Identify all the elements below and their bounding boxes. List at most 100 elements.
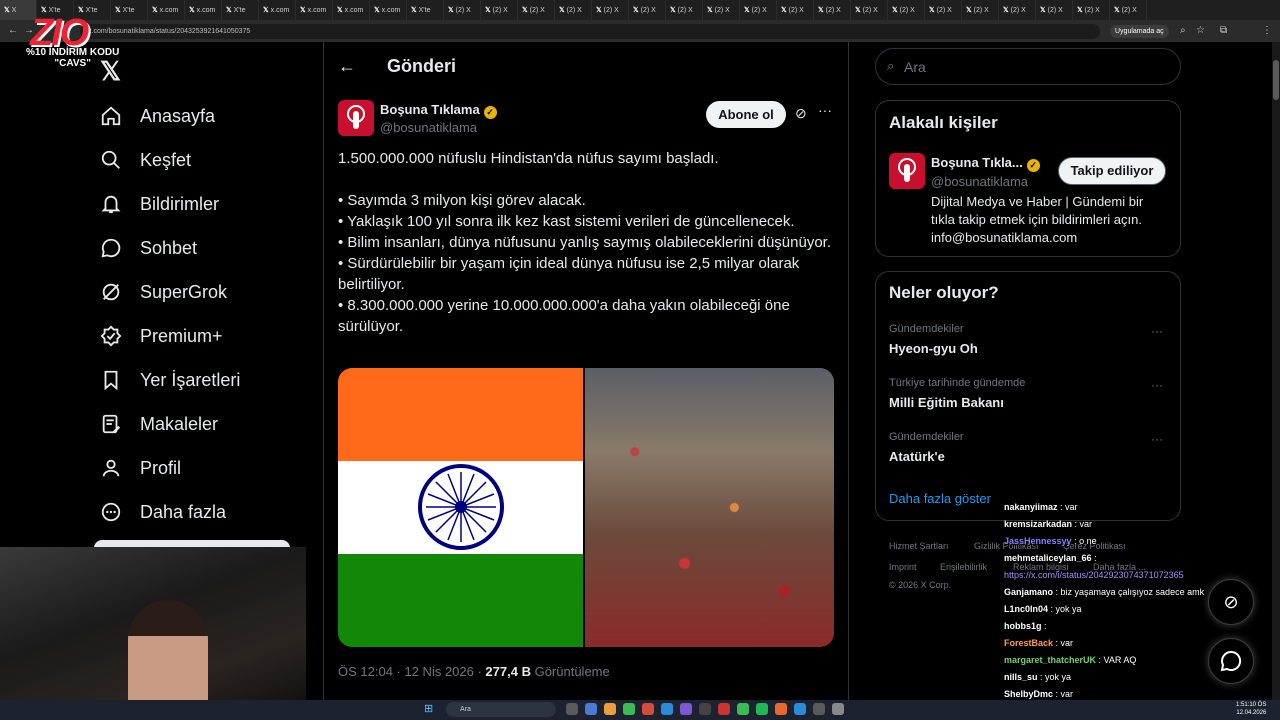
browser-tab[interactable]: 𝕏 (2) X — [962, 0, 999, 20]
footer-link[interactable]: Erişilebilirlik — [940, 562, 987, 572]
sidebar-item-label: Premium+ — [140, 325, 223, 346]
x-favicon-icon: 𝕏 — [374, 7, 380, 14]
sidebar-item-yer-i-şaretleri[interactable]: Yer İşaretleri — [100, 365, 240, 395]
scrollbar-thumb[interactable] — [1273, 60, 1279, 100]
taskbar-app-icon[interactable] — [623, 703, 635, 715]
taskbar-app-icon[interactable] — [775, 703, 787, 715]
taskbar-app-icon[interactable] — [642, 703, 654, 715]
browser-tab[interactable]: 𝕏 (2) X — [814, 0, 851, 20]
sidebar-item-supergrok[interactable]: SuperGrok — [100, 277, 227, 307]
browser-tab[interactable]: 𝕏 (2) X — [1073, 0, 1110, 20]
grok-fab-button[interactable]: ⊘ — [1208, 579, 1254, 625]
browser-tab[interactable]: 𝕏x.com — [333, 0, 370, 20]
windows-start-icon[interactable]: ⊞ — [424, 702, 436, 715]
author-handle[interactable]: @bosunatiklama — [380, 120, 477, 135]
browser-tab[interactable]: 𝕏 X'te — [111, 0, 148, 20]
browser-tab[interactable]: 𝕏 X'te — [222, 0, 259, 20]
trend-name[interactable]: Hyeon-gyu Oh — [889, 341, 978, 356]
zoom-icon[interactable]: ⌕ — [1180, 25, 1186, 36]
trend-category: Türkiye tarihinde gündemde — [889, 377, 1026, 389]
extensions-icon[interactable]: ⧉ — [1220, 25, 1227, 36]
browser-tab[interactable]: 𝕏x.com — [370, 0, 407, 20]
trend-name[interactable]: Milli Eğitim Bakanı — [889, 395, 1004, 410]
sidebar-item-keşfet[interactable]: Keşfet — [100, 145, 191, 175]
browser-tab[interactable]: 𝕏 (2) X — [703, 0, 740, 20]
trend-more-icon[interactable]: ··· — [1151, 378, 1163, 392]
browser-tab[interactable]: 𝕏x.com — [296, 0, 333, 20]
sidebar-item-makaleler[interactable]: Makaleler — [100, 409, 218, 439]
tweet-media[interactable] — [338, 368, 834, 647]
open-in-app-button[interactable]: Uygulamada aç — [1110, 25, 1169, 38]
back-arrow-icon[interactable]: ← — [338, 56, 356, 77]
browser-tab[interactable]: 𝕏x.com — [259, 0, 296, 20]
sidebar-item-premium-[interactable]: Premium+ — [100, 321, 223, 351]
browser-tab[interactable]: 𝕏 (2) X — [518, 0, 555, 20]
browser-tab[interactable]: 𝕏x.com — [185, 0, 222, 20]
scrollbar[interactable] — [1272, 42, 1280, 700]
browser-tab[interactable]: 𝕏 (2) X — [740, 0, 777, 20]
taskbar-search[interactable]: Ara — [446, 702, 556, 717]
grok-icon[interactable]: ⊘ — [795, 105, 807, 122]
taskbar-app-icon[interactable] — [585, 703, 597, 715]
subscribe-button[interactable]: Abone ol — [706, 101, 786, 128]
x-logo-icon[interactable]: 𝕏 — [100, 56, 121, 87]
star-icon[interactable]: ☆ — [1196, 25, 1205, 36]
url-bar[interactable]: x.com/bosunatiklama/status/2043253921641… — [80, 24, 1100, 39]
messages-fab-button[interactable] — [1208, 638, 1254, 684]
browser-tab[interactable]: 𝕏 (2) X — [925, 0, 962, 20]
browser-tab[interactable]: 𝕏 (2) X — [777, 0, 814, 20]
related-name[interactable]: Boşuna Tıkla... ✓ — [931, 155, 1040, 172]
tab-label: X — [11, 6, 17, 14]
avatar[interactable] — [338, 100, 374, 136]
browser-tab[interactable]: 𝕏 (2) X — [851, 0, 888, 20]
following-button[interactable]: Takip ediliyor — [1058, 157, 1166, 185]
trend-more-icon[interactable]: ··· — [1151, 324, 1163, 338]
more-options-icon[interactable]: ··· — [818, 102, 832, 118]
related-avatar[interactable] — [889, 153, 925, 189]
browser-tab[interactable]: 𝕏x.com — [148, 0, 185, 20]
taskbar-app-icon[interactable] — [699, 703, 711, 715]
taskbar-app-icon[interactable] — [661, 703, 673, 715]
sidebar-item-anasayfa[interactable]: Anasayfa — [100, 101, 215, 131]
show-more-link[interactable]: Daha fazla göster — [889, 491, 991, 506]
sidebar-item-daha-fazla[interactable]: Daha fazla — [100, 497, 226, 527]
author-name[interactable]: Boşuna Tıklama ✓ — [380, 102, 497, 119]
taskbar-app-icon[interactable] — [680, 703, 692, 715]
taskbar-app-icon[interactable] — [604, 703, 616, 715]
chat-message: ShelbyDmc : var — [1004, 689, 1073, 699]
sidebar-item-bildirimler[interactable]: Bildirimler — [100, 189, 219, 219]
trend-name[interactable]: Atatürk'e — [889, 449, 945, 464]
taskbar-app-icon[interactable] — [832, 703, 844, 715]
taskbar-app-icon[interactable] — [737, 703, 749, 715]
browser-tab[interactable]: 𝕏 (2) X — [444, 0, 481, 20]
browser-tab[interactable]: 𝕏 (2) X — [1110, 0, 1147, 20]
browser-tab[interactable]: 𝕏 X'te — [407, 0, 444, 20]
page-title: Gönderi — [387, 56, 457, 76]
menu-icon[interactable]: ⋮ — [1262, 25, 1272, 36]
sidebar-item-sohbet[interactable]: Sohbet — [100, 233, 197, 263]
browser-tab[interactable]: 𝕏 (2) X — [666, 0, 703, 20]
chat-text: : VAR AQ — [1096, 655, 1137, 665]
tab-label: X'te — [233, 6, 246, 14]
taskbar-app-icon[interactable] — [794, 703, 806, 715]
sidebar-item-profil[interactable]: Profil — [100, 453, 181, 483]
browser-tab[interactable]: 𝕏 (2) X — [629, 0, 666, 20]
browser-tab[interactable]: 𝕏 (2) X — [1036, 0, 1073, 20]
footer-link[interactable]: Imprint — [889, 562, 917, 572]
taskbar-clock[interactable]: 1:51:10 ÖS 12.04.2026 — [1236, 701, 1266, 717]
taskbar-app-icon[interactable] — [718, 703, 730, 715]
browser-tab[interactable]: 𝕏 (2) X — [888, 0, 925, 20]
browser-tab[interactable]: 𝕏 (2) X — [555, 0, 592, 20]
browser-tab[interactable]: 𝕏 (2) X — [481, 0, 518, 20]
tweet-time: ÖS 12:04 · 12 Nis 2026 · — [338, 664, 486, 679]
browser-tab[interactable]: 𝕏 (2) X — [592, 0, 629, 20]
back-nav-icon[interactable]: ← — [8, 25, 18, 36]
footer-link[interactable]: Hizmet Şartları — [889, 541, 949, 551]
trend-more-icon[interactable]: ··· — [1151, 432, 1163, 446]
taskbar-app-icon[interactable] — [813, 703, 825, 715]
browser-tab[interactable]: 𝕏 (2) X — [999, 0, 1036, 20]
taskbar-app-icon[interactable] — [756, 703, 768, 715]
taskbar-app-icon[interactable] — [566, 703, 578, 715]
x-favicon-icon: 𝕏 — [559, 7, 565, 14]
related-handle[interactable]: @bosunatiklama — [931, 174, 1028, 189]
